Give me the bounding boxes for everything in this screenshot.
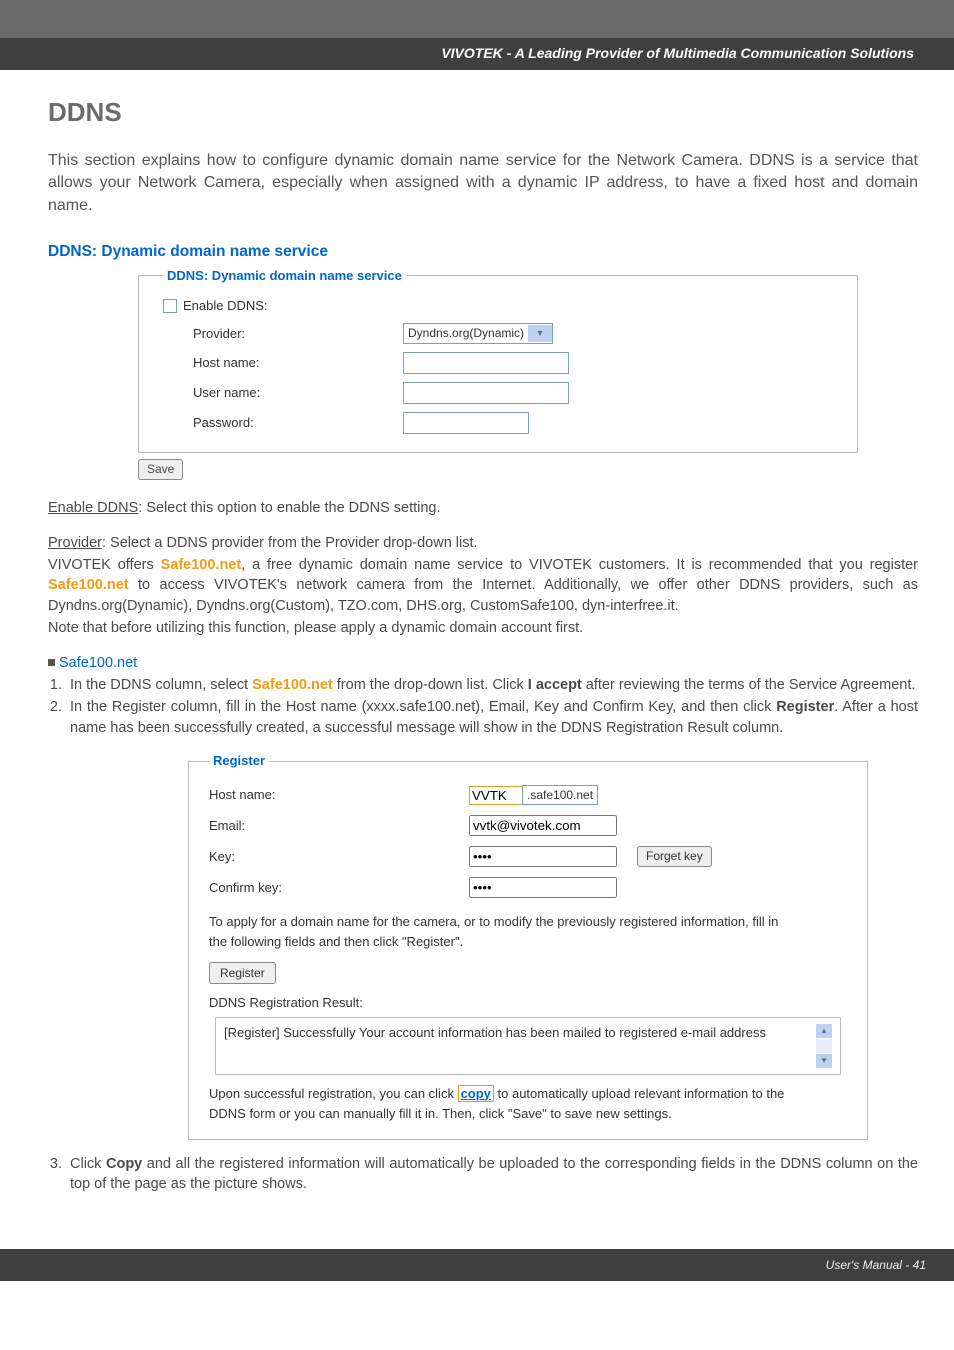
reg-key-label: Key: bbox=[209, 848, 469, 866]
s2a: In the Register column, fill in the Host… bbox=[70, 699, 776, 715]
reg-result-label: DDNS Registration Result: bbox=[209, 994, 847, 1012]
s1a: In the DDNS column, select bbox=[70, 677, 252, 693]
reg-hostname-label: Host name: bbox=[209, 786, 469, 804]
provider-after: : Select a DDNS provider from the Provid… bbox=[102, 535, 478, 551]
footer-bar: User's Manual - 41 bbox=[0, 1249, 954, 1282]
step-2: In the Register column, fill in the Host… bbox=[66, 697, 918, 738]
forget-key-button[interactable]: Forget key bbox=[637, 846, 712, 867]
scroll-up-icon[interactable]: ▴ bbox=[816, 1024, 832, 1038]
provider-term: Provider bbox=[48, 535, 102, 551]
s3-bold: Copy bbox=[106, 1156, 142, 1172]
safe100-link-3[interactable]: Safe100.net bbox=[252, 677, 333, 693]
enable-ddns-term: Enable DDNS bbox=[48, 500, 138, 516]
register-fieldset: Register Host name: .safe100.net Email: … bbox=[188, 752, 868, 1140]
register-button[interactable]: Register bbox=[209, 962, 276, 985]
reg-hostname-suffix: .safe100.net bbox=[522, 785, 598, 805]
hostname-row: Host name: bbox=[163, 348, 833, 378]
enable-ddns-checkbox[interactable] bbox=[163, 299, 177, 313]
s1b: from the drop-down list. Click bbox=[333, 677, 528, 693]
content-area: DDNS This section explains how to config… bbox=[0, 70, 954, 1249]
result-scrollbar[interactable]: ▴ ▾ bbox=[816, 1024, 832, 1068]
steps-list: In the DDNS column, select Safe100.net f… bbox=[48, 675, 918, 738]
intro-paragraph: This section explains how to configure d… bbox=[48, 150, 918, 217]
header-bar: VIVOTEK - A Leading Provider of Multimed… bbox=[0, 38, 954, 70]
s1-bold: I accept bbox=[528, 677, 582, 693]
ddns-section-header: DDNS: Dynamic domain name service bbox=[48, 241, 918, 263]
scroll-track bbox=[816, 1039, 832, 1053]
username-input[interactable] bbox=[403, 382, 569, 404]
header-brand-text: VIVOTEK - A Leading Provider of Multimed… bbox=[441, 45, 914, 61]
safe100-bullet: Safe100.net bbox=[48, 653, 918, 673]
upon2: to automatically upload relevant informa… bbox=[494, 1086, 785, 1101]
reg-hostname-input[interactable] bbox=[469, 786, 523, 805]
step-1: In the DDNS column, select Safe100.net f… bbox=[66, 675, 918, 695]
reg-key-row: Key: Forget key bbox=[209, 841, 847, 872]
s2-bold: Register bbox=[776, 699, 834, 715]
square-bullet-icon bbox=[48, 659, 55, 666]
register-legend: Register bbox=[209, 752, 269, 770]
password-label: Password: bbox=[163, 414, 403, 432]
provider-desc: VIVOTEK offers Safe100.net, a free dynam… bbox=[48, 555, 918, 616]
provider-select-value: Dyndns.org(Dynamic) bbox=[404, 325, 528, 342]
ddns-legend: DDNS: Dynamic domain name service bbox=[163, 267, 406, 285]
username-label: User name: bbox=[163, 384, 403, 402]
provider-row: Provider: Dyndns.org(Dynamic) ▾ bbox=[163, 319, 833, 348]
prov-b: , a free dynamic domain name service to … bbox=[241, 557, 918, 573]
reg-confirm-row: Confirm key: bbox=[209, 872, 847, 903]
provider-label: Provider: bbox=[163, 325, 403, 343]
footer-text: User's Manual - 41 bbox=[826, 1258, 926, 1272]
provider-select[interactable]: Dyndns.org(Dynamic) ▾ bbox=[403, 323, 553, 344]
reg-email-input[interactable] bbox=[469, 815, 617, 836]
ddns-fieldset: DDNS: Dynamic domain name service Enable… bbox=[138, 267, 858, 453]
reg-key-input[interactable] bbox=[469, 846, 617, 867]
reg-para1: To apply for a domain name for the camer… bbox=[209, 913, 847, 931]
hostname-label: Host name: bbox=[163, 354, 403, 372]
save-button[interactable]: Save bbox=[138, 459, 183, 480]
upon1: Upon successful registration, you can cl… bbox=[209, 1086, 458, 1101]
reg-confirm-input[interactable] bbox=[469, 877, 617, 898]
chevron-down-icon: ▾ bbox=[528, 325, 552, 342]
safe100-heading: Safe100.net bbox=[59, 653, 137, 673]
safe100-link-1[interactable]: Safe100.net bbox=[161, 557, 242, 573]
reg-email-label: Email: bbox=[209, 817, 469, 835]
username-row: User name: bbox=[163, 378, 833, 408]
steps-list-3: Click Copy and all the registered inform… bbox=[48, 1154, 918, 1195]
page-title: DDNS bbox=[48, 94, 918, 130]
prov-a: VIVOTEK offers bbox=[48, 557, 161, 573]
safe100-link-2[interactable]: Safe100.net bbox=[48, 577, 129, 593]
result-text: [Register] Successfully Your account inf… bbox=[224, 1024, 816, 1042]
provider-line: Provider: Select a DDNS provider from th… bbox=[48, 533, 918, 553]
enable-ddns-desc-text: : Select this option to enable the DDNS … bbox=[138, 500, 440, 516]
enable-ddns-label: Enable DDNS: bbox=[183, 297, 268, 315]
intro-text: This section explains how to configure d… bbox=[48, 150, 918, 217]
s1c: after reviewing the terms of the Service… bbox=[582, 677, 916, 693]
upon-line-1: Upon successful registration, you can cl… bbox=[209, 1085, 847, 1103]
password-row: Password: bbox=[163, 408, 833, 438]
password-input[interactable] bbox=[403, 412, 529, 434]
s3b: and all the registered information will … bbox=[70, 1156, 918, 1192]
s3a: Click bbox=[70, 1156, 106, 1172]
provider-note: Note that before utilizing this function… bbox=[48, 618, 918, 638]
step-3: Click Copy and all the registered inform… bbox=[66, 1154, 918, 1195]
upon-line-2: DDNS form or you can manually fill it in… bbox=[209, 1105, 847, 1123]
result-box: [Register] Successfully Your account inf… bbox=[215, 1017, 841, 1075]
enable-ddns-row: Enable DDNS: bbox=[163, 293, 833, 319]
top-spacer bbox=[0, 0, 954, 38]
reg-para2: the following fields and then click "Reg… bbox=[209, 933, 847, 951]
reg-hostname-row: Host name: .safe100.net bbox=[209, 780, 847, 810]
copy-link[interactable]: copy bbox=[458, 1085, 494, 1102]
scroll-down-icon[interactable]: ▾ bbox=[816, 1054, 832, 1068]
reg-confirm-label: Confirm key: bbox=[209, 879, 469, 897]
prov-c: to access VIVOTEK's network camera from … bbox=[48, 577, 918, 613]
reg-email-row: Email: bbox=[209, 810, 847, 841]
hostname-input[interactable] bbox=[403, 352, 569, 374]
enable-ddns-desc: Enable DDNS: Select this option to enabl… bbox=[48, 498, 918, 518]
